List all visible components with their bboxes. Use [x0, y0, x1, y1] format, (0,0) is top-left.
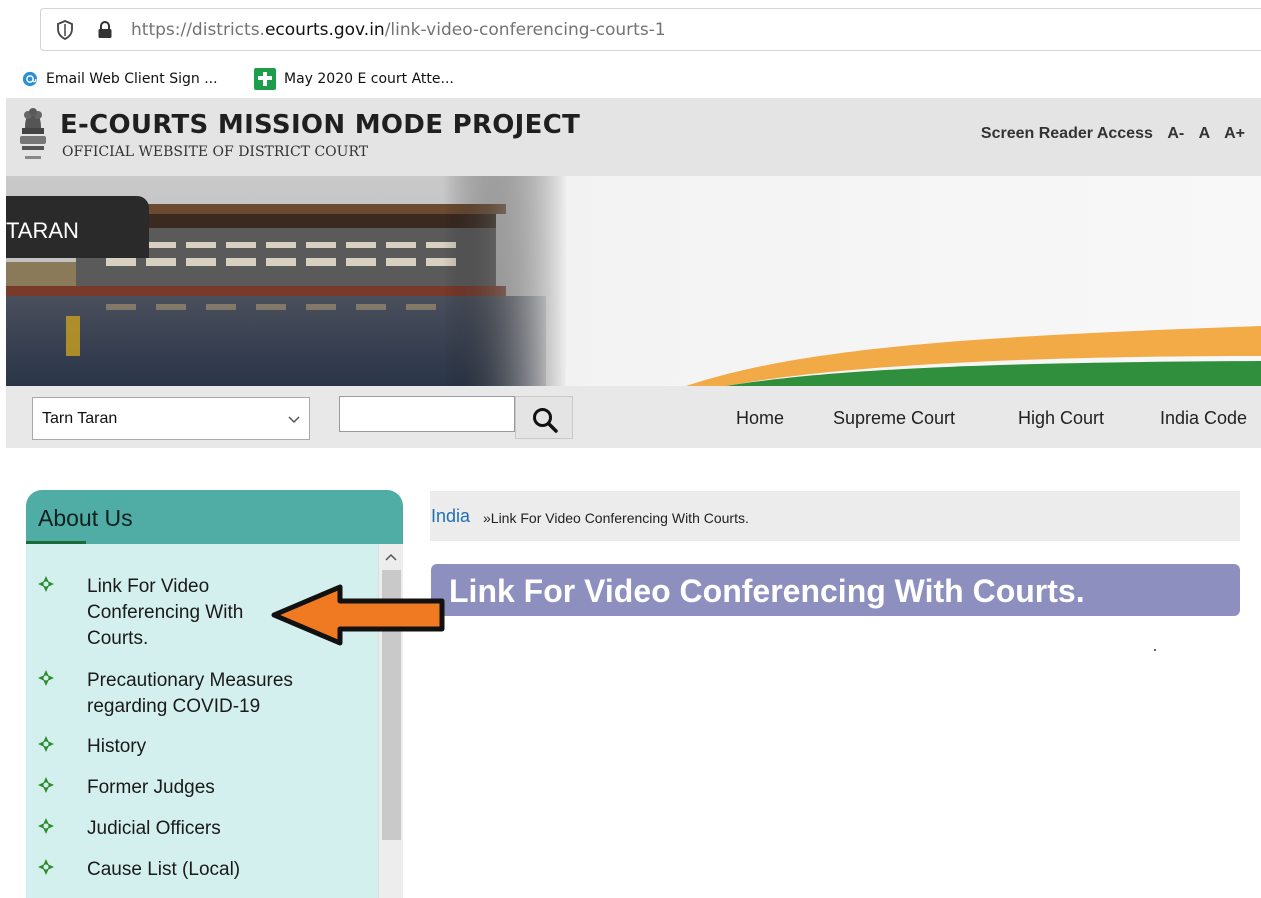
nav-link-supreme-court[interactable]: Supreme Court — [833, 408, 955, 429]
stray-dot — [1154, 649, 1156, 651]
nav-link-home[interactable]: Home — [736, 408, 784, 429]
sidebar-item-label: Cause List (Local) — [87, 859, 241, 880]
url-path: /link-video-conferencing-courts-1 — [384, 20, 666, 40]
site-title: E-COURTS MISSION MODE PROJECT — [60, 110, 581, 140]
green-plus-icon — [254, 68, 276, 90]
national-emblem-icon — [20, 108, 46, 159]
chevron-down-icon — [288, 416, 300, 424]
search-icon — [533, 408, 558, 433]
screen-reader-access-link[interactable]: Screen Reader Access — [981, 125, 1153, 142]
search-button[interactable] — [515, 396, 573, 439]
tricolor-wave-graphic — [686, 326, 1261, 386]
banner: TARAN — [6, 176, 1261, 386]
bullet-icon — [38, 818, 54, 834]
bullet-icon — [38, 576, 54, 592]
site-subtitle: OFFICIAL WEBSITE OF DISTRICT COURT — [62, 144, 369, 160]
nav-link-india-code[interactable]: India Code — [1160, 408, 1247, 429]
bookmarks-bar: Email Web Client Sign ... May 2020 E cou… — [0, 60, 1261, 96]
globe-mail-icon — [22, 71, 38, 87]
url-domain: ecourts.gov.in — [264, 20, 385, 40]
bullet-icon — [38, 859, 54, 875]
address-bar[interactable]: https://districts.ecourts.gov.in/link-vi… — [40, 8, 1261, 51]
sidebar-item-label: Judicial Officers — [87, 818, 221, 839]
lock-icon[interactable] — [97, 21, 113, 39]
breadcrumb: India »Link For Video Conferencing With … — [430, 491, 1240, 541]
bookmark-may-2020-ecourt[interactable]: May 2020 E court Atte... — [254, 68, 454, 90]
annotation-arrow-icon — [271, 584, 445, 646]
search-input[interactable] — [339, 396, 515, 432]
bullet-icon — [38, 777, 54, 793]
tracking-shield-icon[interactable] — [57, 20, 73, 40]
sidebar-item-label: Link For Video Conferencing With Courts. — [87, 576, 244, 649]
site-header: E-COURTS MISSION MODE PROJECT OFFICIAL W… — [6, 98, 1261, 176]
bookmark-label: Email Web Client Sign ... — [46, 71, 218, 87]
page-title: Link For Video Conferencing With Courts. — [449, 573, 1085, 609]
sidebar-item-label: History — [87, 736, 147, 757]
font-increase-button[interactable]: A+ — [1224, 125, 1245, 142]
district-name-label: TARAN — [6, 218, 79, 243]
url-text[interactable]: https://districts.ecourts.gov.in/link-vi… — [131, 20, 666, 40]
accessibility-links: Screen Reader Access A- A A+ — [981, 125, 1245, 143]
sidebar-title: About Us — [38, 505, 133, 531]
district-name-tab: TARAN — [6, 196, 149, 258]
scroll-up-arrow-icon[interactable] — [385, 552, 397, 562]
font-normal-button[interactable]: A — [1199, 125, 1210, 142]
breadcrumb-current: »Link For Video Conferencing With Courts… — [483, 510, 749, 526]
url-prefix: https://districts. — [131, 20, 265, 40]
bullet-icon — [38, 736, 54, 752]
font-decrease-button[interactable]: A- — [1167, 125, 1184, 142]
bookmark-email-web-client[interactable]: Email Web Client Sign ... — [22, 68, 218, 90]
breadcrumb-home-link[interactable]: India — [431, 506, 470, 527]
page-heading-bar: Link For Video Conferencing With Courts. — [431, 564, 1240, 616]
about-us-sidebar: About Us Link For Video Conferencing Wit… — [26, 490, 403, 898]
sidebar-item-label: Precautionary Measures regarding COVID-1… — [87, 670, 293, 717]
sidebar-header: About Us — [26, 490, 403, 544]
nav-link-high-court[interactable]: High Court — [1018, 408, 1104, 429]
sidebar-item-label: Former Judges — [87, 777, 215, 798]
district-select-value: Tarn Taran — [42, 410, 118, 427]
district-select[interactable]: Tarn Taran — [32, 397, 310, 440]
navigation-bar: Tarn Taran Home Supreme Court High Court… — [6, 386, 1261, 448]
bookmark-label: May 2020 E court Atte... — [284, 71, 454, 87]
bullet-icon — [38, 670, 54, 686]
